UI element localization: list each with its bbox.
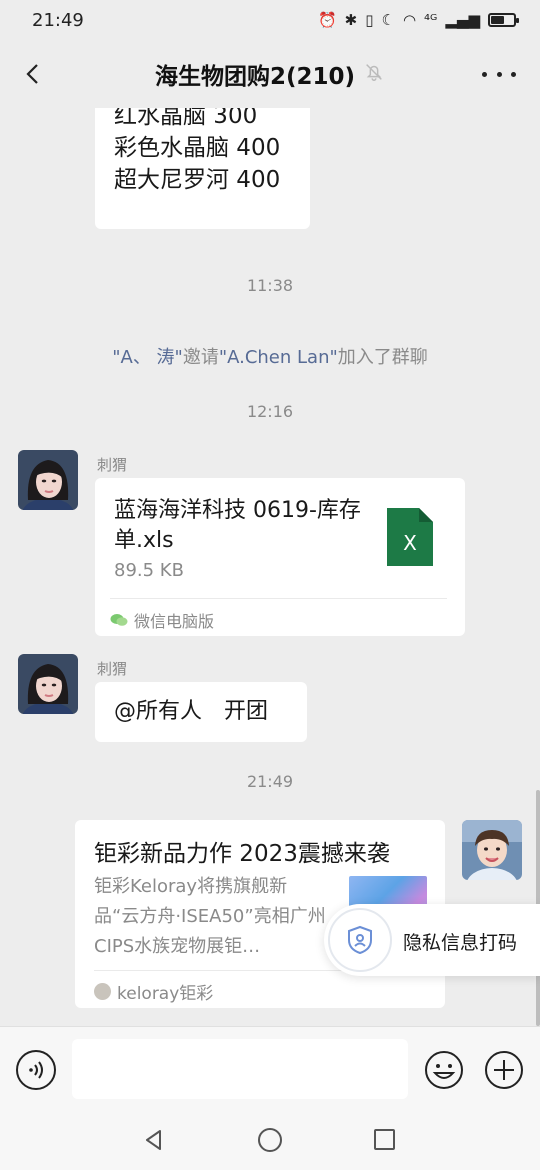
wechat-icon [110, 614, 128, 626]
nav-back-icon[interactable] [142, 1128, 166, 1152]
message-line: 彩色水晶脑 400 [114, 135, 281, 161]
status-bar: 21:49 ⏰ ✱ ▯ ☾ ◠ ⁴ᴳ ▂▄▆ [0, 0, 540, 40]
status-icons: ⏰ ✱ ▯ ☾ ◠ ⁴ᴳ ▂▄▆ [317, 11, 519, 29]
sender-name: 刺猬 [97, 660, 128, 678]
status-time: 21:49 [32, 9, 84, 31]
shield-icon [348, 925, 372, 955]
timestamp: 12:16 [246, 402, 294, 421]
invitee-name[interactable]: "A.Chen Lan" [219, 347, 338, 368]
nav-home-icon[interactable] [258, 1128, 282, 1152]
file-size: 89.5 KB [114, 560, 184, 581]
file-message[interactable]: 蓝海海洋科技 0619-库存单.xls 89.5 KB X 微信电脑版 [95, 478, 465, 636]
mute-bell-icon [363, 61, 385, 87]
file-type-letter: X [403, 531, 417, 555]
system-message: "A、 涛"邀请"A.Chen Lan"加入了群聊 [0, 343, 540, 369]
wifi-icon: ◠ [402, 11, 417, 29]
link-description: 钜彩Keloray将携旗舰新品“云方舟·ISEA50”亮相广州CIPS水族宠物展… [94, 876, 326, 957]
message-text: @所有人 开团 [114, 699, 269, 724]
my-avatar[interactable] [462, 820, 522, 880]
system-nav-bar [0, 1108, 540, 1170]
network-label: ⁴ᴳ [424, 11, 438, 29]
message-input[interactable] [72, 1039, 408, 1099]
nav-recent-icon[interactable] [374, 1129, 395, 1150]
battery-icon [488, 13, 519, 27]
chat-messages[interactable]: 红水晶脑 300 彩色水晶脑 400 超大尼罗河 400 11:38 "A、 涛… [0, 108, 540, 1026]
file-name: 蓝海海洋科技 0619-库存单.xls [114, 498, 361, 553]
timestamp: 21:49 [246, 772, 294, 791]
signal-icon: ▂▄▆ [445, 11, 480, 29]
chat-title: 海生物团购2(210) [154, 64, 356, 90]
privacy-mask-button[interactable]: 隐私信息打码 [324, 904, 540, 976]
voice-input-button[interactable] [16, 1050, 56, 1090]
excel-file-icon: X [387, 508, 433, 566]
avatar[interactable] [18, 654, 78, 714]
more-dot [482, 71, 487, 77]
more-dot [496, 71, 502, 77]
message-line: 超大尼罗河 400 [114, 167, 281, 193]
avatar[interactable] [18, 450, 78, 510]
message-line: 红水晶脑 300 [114, 108, 258, 129]
chat-header: 海生物团购2(210) [0, 40, 540, 108]
privacy-label: 隐私信息打码 [403, 932, 518, 954]
plus-icon [485, 1051, 523, 1089]
timestamp: 11:38 [246, 276, 294, 295]
voice-icon [29, 1061, 43, 1079]
moon-icon: ☾ [381, 11, 395, 29]
link-title: 钜彩新品力作 2023震撼来袭 [94, 841, 390, 867]
smiley-icon [425, 1051, 463, 1089]
text-message[interactable]: @所有人 开团 [95, 682, 307, 742]
link-source: keloray钜彩 [94, 979, 213, 1004]
source-label: 微信电脑版 [134, 612, 215, 631]
file-source: 微信电脑版 [110, 608, 214, 632]
title-wrap: 海生物团购2(210) [0, 40, 540, 108]
message-bubble[interactable]: 红水晶脑 300 彩色水晶脑 400 超大尼罗河 400 [95, 108, 310, 229]
alarm-icon: ⏰ [317, 11, 337, 29]
battery-fill [491, 16, 504, 24]
inviter-name[interactable]: "A、 涛" [112, 347, 183, 368]
chevron-left-icon [26, 64, 38, 84]
system-text: 邀请 [182, 347, 219, 368]
bluetooth-icon: ✱ [344, 11, 358, 29]
source-logo-icon [94, 983, 111, 1000]
divider [110, 598, 447, 599]
more-functions-button[interactable] [484, 1050, 524, 1090]
input-bar [0, 1026, 540, 1108]
emoji-button[interactable] [424, 1050, 464, 1090]
vibrate-icon: ▯ [365, 11, 374, 29]
source-label: keloray钜彩 [117, 984, 214, 1004]
system-text: 加入了群聊 [337, 347, 428, 368]
sender-name: 刺猬 [97, 456, 128, 474]
more-dot [511, 71, 516, 77]
back-button[interactable] [16, 56, 52, 92]
privacy-icon-wrap [328, 908, 392, 972]
more-options-button[interactable] [482, 62, 516, 86]
